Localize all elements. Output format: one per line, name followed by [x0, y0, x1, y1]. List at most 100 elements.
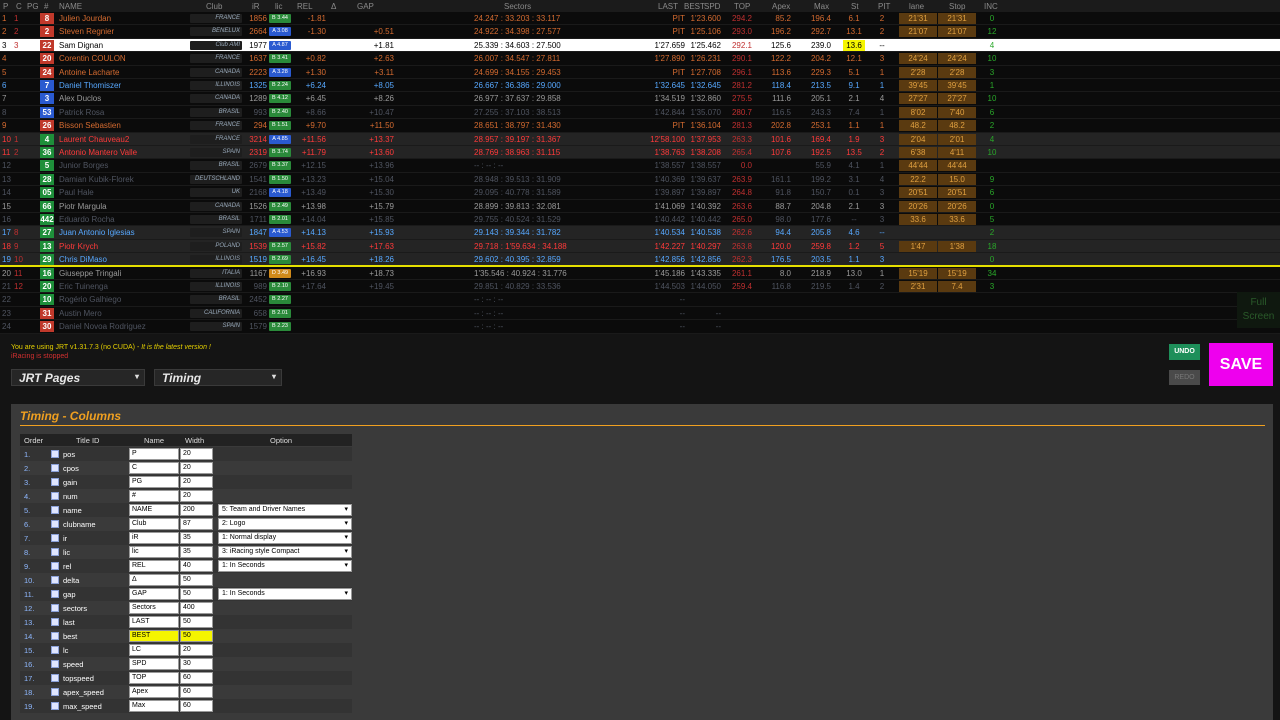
table-row[interactable]: 22 Rogério Galhiego BRASIL 2452 B 2.27 -- : -…	[0, 293, 1280, 307]
column-width-input[interactable]: 200	[180, 504, 213, 516]
irating: 993	[253, 107, 267, 117]
column-checkbox[interactable]	[51, 506, 59, 514]
table-row[interactable]: 14 Paul Hale UK 2168 A 4.18 +13.49 +15.30 29.09…	[0, 186, 1280, 200]
column-checkbox[interactable]	[51, 492, 59, 500]
column-width-input[interactable]: 50	[180, 616, 213, 628]
column-width-input[interactable]: 20	[180, 462, 213, 474]
table-row[interactable]: 24 Daniel Novoa Rodriguez SPAIN 1579 B 2.23 -…	[0, 320, 1280, 334]
column-name-input[interactable]: NAME	[129, 504, 179, 516]
column-checkbox[interactable]	[51, 576, 59, 584]
column-checkbox[interactable]	[51, 604, 59, 612]
table-row[interactable]: 18 9 Piotr Krych POLAND 1539 B 2.57 +15.82 +17.…	[0, 239, 1280, 254]
column-checkbox[interactable]	[51, 534, 59, 542]
table-row[interactable]: 7 Alex Duclos CANADA 1289 B 4.12 +6.45 +8.26 26…	[0, 92, 1280, 106]
column-width-input[interactable]: 20	[180, 644, 213, 656]
save-button[interactable]: SAVE	[1209, 343, 1273, 386]
table-row[interactable]: 10 1 Laurent Chauveau2 FRANCE 3214 A 4.85 +11.…	[0, 132, 1280, 146]
column-name-input[interactable]: Club	[129, 518, 179, 530]
column-option-select[interactable]: 1: Normal display ▾	[218, 532, 352, 544]
table-row[interactable]: 4 Corentin COULON FRANCE 1637 B 3.41 +0.82 +2.…	[0, 52, 1280, 66]
column-name-input[interactable]: REL	[129, 560, 179, 572]
fullscreen-button[interactable]: Full Screen	[1237, 292, 1280, 328]
column-option-select[interactable]: 1: In Seconds ▾	[218, 560, 352, 572]
column-checkbox[interactable]	[51, 674, 59, 682]
column-name-input[interactable]: LC	[129, 644, 179, 656]
table-row[interactable]: 1 1 Julien Jourdan FRANCE 1856 B 3.44 -1.81 24.…	[0, 12, 1280, 26]
column-checkbox[interactable]	[51, 478, 59, 486]
column-checkbox[interactable]	[51, 618, 59, 626]
column-name-input[interactable]: Apex	[129, 686, 179, 698]
pages-dropdown[interactable]: JRT Pages ▾	[11, 369, 145, 386]
column-option-select[interactable]: 2: Logo ▾	[218, 518, 352, 530]
column-width-input[interactable]: 400	[180, 602, 213, 614]
column-width-input[interactable]: 35	[180, 546, 213, 558]
column-row: 19. max_speed Max 60	[20, 699, 352, 713]
column-checkbox[interactable]	[51, 548, 59, 556]
table-row[interactable]: 5 Antoine Lacharte CANADA 2223 A 3.28 +1.30 +3…	[0, 66, 1280, 79]
page-select-dropdown[interactable]: Timing ▾	[154, 369, 282, 386]
column-name-input[interactable]: TOP	[129, 672, 179, 684]
column-name-input[interactable]: lic	[129, 546, 179, 558]
column-name-input[interactable]: Δ	[129, 574, 179, 586]
column-checkbox[interactable]	[51, 702, 59, 710]
column-name-input[interactable]: #	[129, 490, 179, 502]
column-checkbox[interactable]	[51, 646, 59, 654]
table-row[interactable]: 6 Daniel Thomiszer ILLINOIS 1325 B 2.24 +6.24…	[0, 79, 1280, 93]
table-row[interactable]: 16 Eduardo Rocha BRASIL 1711 B 2.01 +14.04 +15…	[0, 213, 1280, 227]
column-name-input[interactable]: SPD	[129, 658, 179, 670]
column-checkbox[interactable]	[51, 562, 59, 570]
column-row: 6. clubname Club 87 2: Logo ▾	[20, 517, 352, 531]
column-checkbox[interactable]	[51, 688, 59, 696]
table-row[interactable]: 19 10 Chris DiMaso ILLINOIS 1519 B 2.69 +16.45…	[0, 253, 1280, 267]
column-width-input[interactable]: 20	[180, 490, 213, 502]
undo-button[interactable]: UNDO	[1169, 344, 1200, 360]
pit-lane-time	[899, 227, 937, 238]
table-row[interactable]: 2 2 Steven Regnier BENELUX 2664 A 3.08 -1.30 +0…	[0, 25, 1280, 39]
table-row[interactable]: 11 2 Antonio Mantero Valle SPAIN 2319 B 3.74 +…	[0, 146, 1280, 160]
column-name-input[interactable]: Max	[129, 700, 179, 712]
column-width-input[interactable]: 35	[180, 532, 213, 544]
table-row[interactable]: 20 11 Giuseppe Tringali ITALIA 1167 D 3.49 +16…	[0, 267, 1280, 280]
last-lap: 1'27.659	[654, 40, 685, 50]
column-checkbox[interactable]	[51, 590, 59, 598]
table-row[interactable]: 23 Austin Mero CALIFORNIA 658 B 2.01 -- : -- …	[0, 307, 1280, 321]
column-width-input[interactable]: 60	[180, 686, 213, 698]
column-checkbox[interactable]	[51, 450, 59, 458]
column-name-input[interactable]: PG	[129, 476, 179, 488]
column-name-input[interactable]: BEST	[129, 630, 179, 642]
column-option-select[interactable]: 3: iRacing style Compact ▾	[218, 546, 352, 558]
column-width-input[interactable]: 40	[180, 560, 213, 572]
redo-button[interactable]: REDO	[1169, 370, 1200, 385]
column-checkbox[interactable]	[51, 464, 59, 472]
column-checkbox[interactable]	[51, 660, 59, 668]
table-row[interactable]: 17 8 Juan Antonio Iglesias SPAIN 1847 A 4.53 +…	[0, 226, 1280, 240]
column-width-input[interactable]: 20	[180, 476, 213, 488]
table-row[interactable]: 13 Damian Kubik-Florek DEUTSCHLAND 1541 B 1.…	[0, 173, 1280, 187]
table-row[interactable]: 21 12 Eric Tuinenga ILLINOIS 989 B 2.10 +17.64…	[0, 280, 1280, 294]
column-name-input[interactable]: P	[129, 448, 179, 460]
column-width-input[interactable]: 87	[180, 518, 213, 530]
table-row[interactable]: 12 Junior Borges BRASIL 2679 B 3.37 +12.15 +13…	[0, 159, 1280, 173]
column-width-input[interactable]: 50	[180, 630, 213, 642]
column-name-input[interactable]: Sectors	[129, 602, 179, 614]
column-option-select[interactable]: 1: In Seconds ▾	[218, 588, 352, 600]
table-row[interactable]: 8 Patrick Rosa BRASIL 993 B 2.40 +8.66 +10.47 2…	[0, 106, 1280, 120]
column-width-input[interactable]: 60	[180, 700, 213, 712]
column-width-input[interactable]: 50	[180, 574, 213, 586]
column-checkbox[interactable]	[51, 632, 59, 640]
column-option-select[interactable]: 5: Team and Driver Names ▾	[218, 504, 352, 516]
column-width-input[interactable]: 50	[180, 588, 213, 600]
column-name-input[interactable]: C	[129, 462, 179, 474]
column-name-input[interactable]: LAST	[129, 616, 179, 628]
table-row[interactable]: 15 Piotr Margula CANADA 1526 B 2.49 +13.98 +15…	[0, 200, 1280, 213]
column-checkbox[interactable]	[51, 520, 59, 528]
column-width-input[interactable]: 20	[180, 448, 213, 460]
column-width-input[interactable]: 60	[180, 672, 213, 684]
incidents: 10	[987, 54, 997, 64]
column-name-input[interactable]: GAP	[129, 588, 179, 600]
table-row[interactable]: 3 3 Sam Dignan Club AMI 1977 A 4.87 +1.81 25.33…	[0, 38, 1280, 53]
column-width-input[interactable]: 30	[180, 658, 213, 670]
table-row[interactable]: 9 Bisson Sebastien FRANCE 294 B 1.51 +9.70 +11…	[0, 119, 1280, 133]
column-name-input[interactable]: iR	[129, 532, 179, 544]
pit-stop-time	[938, 308, 976, 319]
